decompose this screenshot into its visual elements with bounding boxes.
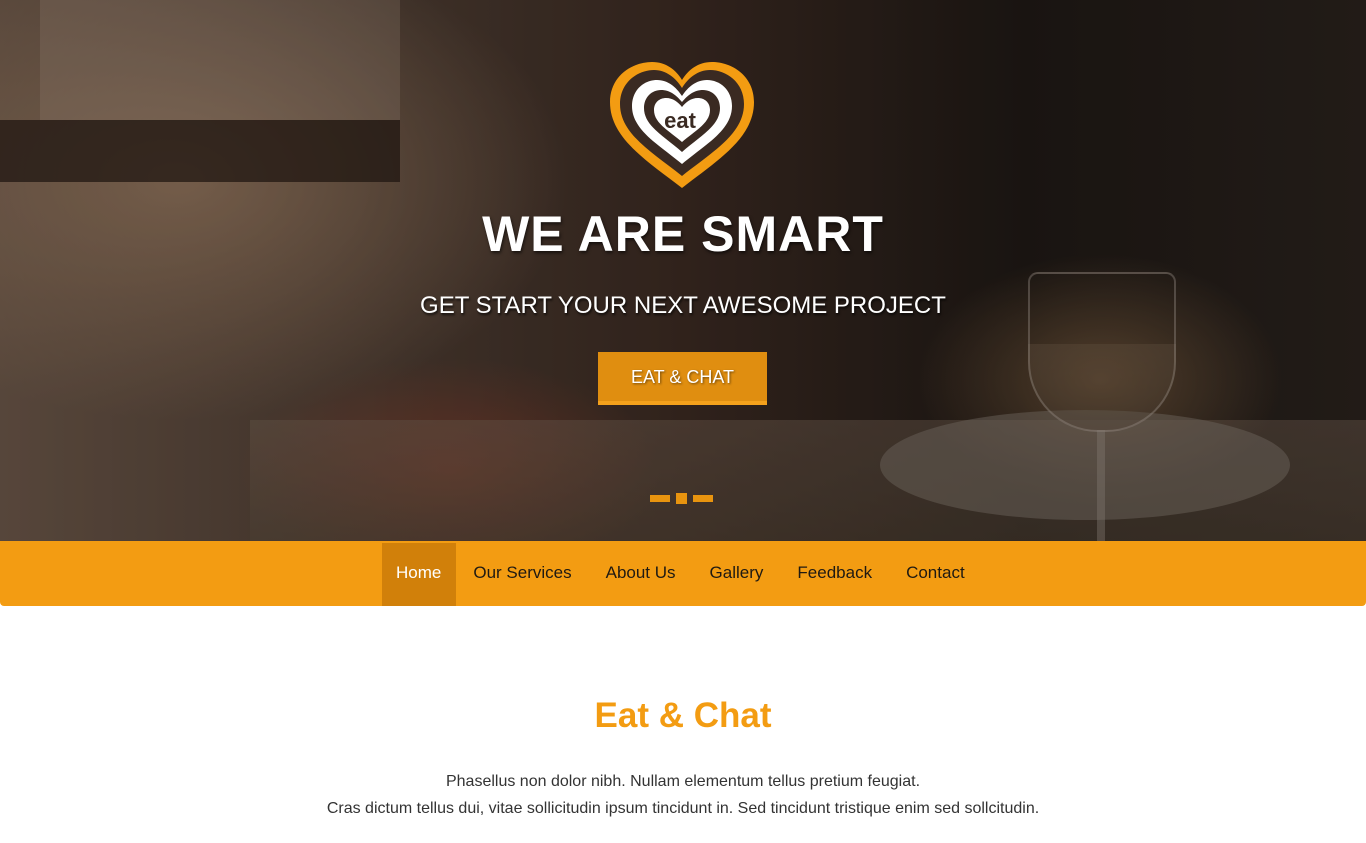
eat-heart-logo[interactable]: eat	[606, 60, 758, 190]
nav-item-our-services[interactable]: Our Services	[456, 543, 588, 606]
hero-banner: eat WE ARE SMART GET START YOUR NEXT AWE…	[0, 0, 1366, 541]
nav-item-feedback[interactable]: Feedback	[780, 543, 889, 606]
nav-item-contact[interactable]: Contact	[889, 543, 982, 606]
logo-text: eat	[664, 108, 696, 133]
section-title: Eat & Chat	[594, 696, 772, 735]
slide-dot-2[interactable]	[676, 492, 687, 504]
nav-menu: Home Our Services About Us Gallery Feedb…	[382, 543, 982, 606]
nav-item-gallery[interactable]: Gallery	[693, 543, 781, 606]
nav-item-home[interactable]: Home	[382, 543, 457, 606]
hero-subtitle: GET START YOUR NEXT AWESOME PROJECT	[420, 292, 946, 319]
hero-title: WE ARE SMART	[482, 206, 884, 262]
section-description: Phasellus non dolor nibh. Nullam element…	[0, 768, 1366, 822]
eat-and-chat-button[interactable]: EAT & CHAT	[598, 352, 767, 405]
section-text-line-1: Phasellus non dolor nibh. Nullam element…	[445, 773, 921, 790]
slider-dots	[650, 492, 713, 504]
slide-dot-1[interactable]	[650, 494, 670, 502]
nav-item-about-us[interactable]: About Us	[589, 543, 693, 606]
section-text-line-2: Cras dictum tellus dui, vitae sollicitud…	[326, 800, 1040, 817]
main-navbar: Home Our Services About Us Gallery Feedb…	[0, 541, 1366, 606]
slide-dot-3[interactable]	[693, 494, 713, 502]
